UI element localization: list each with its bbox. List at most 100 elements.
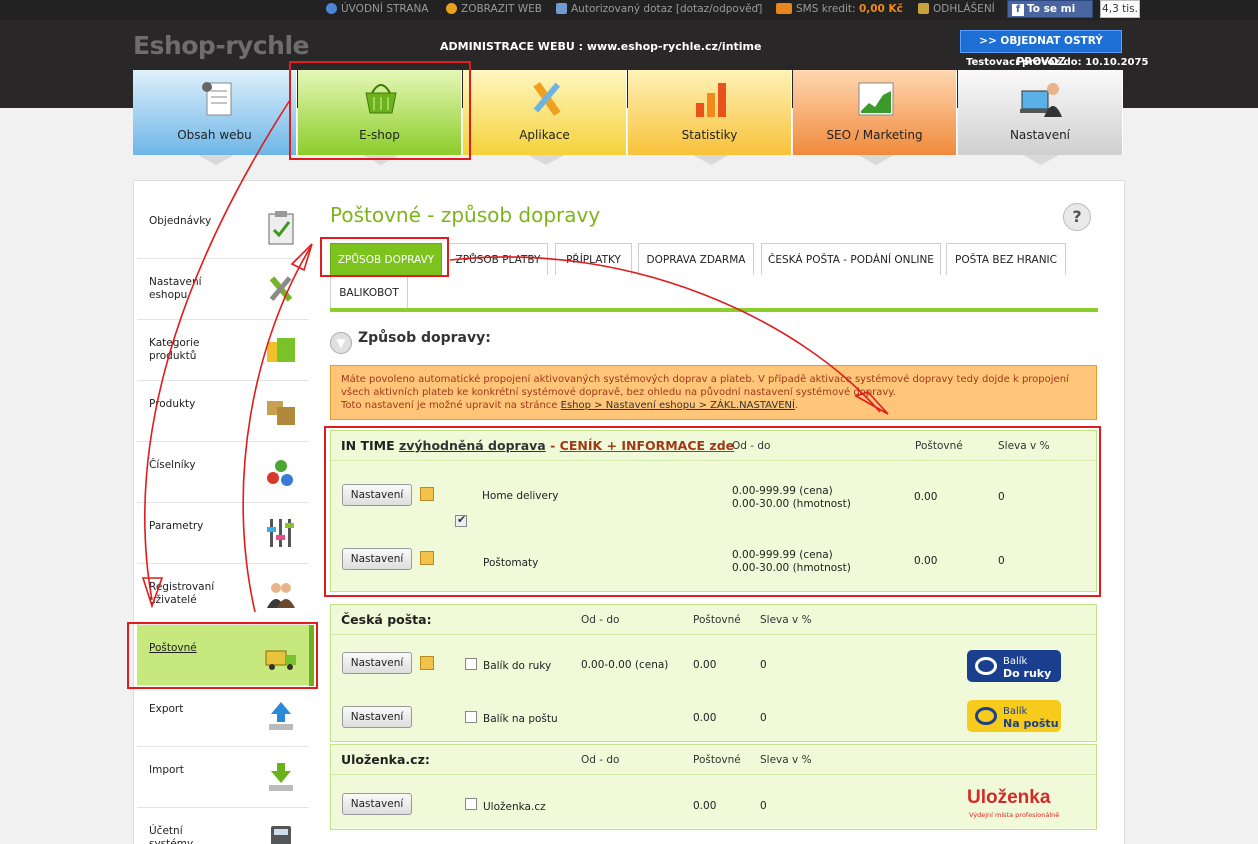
order-live-button[interactable]: >> OBJEDNAT OSTRÝ PROVOZ [960,30,1122,68]
col-range: Od - do [581,614,620,626]
shipping-name: Balík na poštu [483,713,558,725]
tab-ceska-posta-podani[interactable]: ČESKÁ POŠTA - PODÁNÍ ONLINE [761,243,941,275]
tabs-underline [330,308,1098,312]
page-title: Poštovné - způsob dopravy [330,203,601,227]
upload-icon [269,702,293,730]
tab-priplatky[interactable]: PŘÍPLATKY [555,243,632,275]
sidebar-item-registrovani-uzivatele[interactable]: Registrovaní uživatelé [137,564,309,625]
tab-doprava-zdarma[interactable]: DOPRAVA ZDARMA [638,243,754,275]
tile-label: SEO / Marketing [826,128,923,142]
package-icon [267,401,295,425]
sidebar-item-kategorie[interactable]: Kategorie produktů [137,320,309,381]
tile-seo-marketing[interactable]: SEO / Marketing [793,70,957,165]
lock-icon [918,3,929,14]
notice-box: Máte povoleno automatické propojení akti… [330,365,1097,420]
tile-nastaveni[interactable]: Nastavení [958,70,1123,165]
testing-until: Testovací provoz do: 10.10.2075 [966,57,1149,68]
logo[interactable]: Eshop-rychle [133,31,309,60]
sidebar-item-ucetni-systemy[interactable]: Účetní systémy [137,808,309,844]
facebook-like-button[interactable]: fTo se mi líbí [1007,0,1093,32]
tab-posta-bez-hranic[interactable]: POŠTA BEZ HRANIC [946,243,1066,275]
sidebar-item-label: Číselníky [149,459,196,471]
tab-zpusob-platby[interactable]: ZPŮSOB PLATBY [448,243,548,275]
sms-credit-value: 0,00 Kč [858,3,903,15]
shipping-name: Balík do ruky [483,660,552,672]
checkbox[interactable] [465,711,477,723]
carrier-header: Česká pošta: Od - do Poštovné Sleva v % [331,605,1096,635]
show-web-link[interactable]: ZOBRAZIT WEB [446,3,542,15]
section-heading: ▼ Způsob dopravy: [330,330,491,354]
tile-label: Obsah webu [177,128,252,142]
postage-value: 0.00 [693,712,717,724]
annotation-box-postovne [127,622,318,689]
sun-icon [446,3,457,14]
annotation-box-eshop [289,61,471,160]
clipboard-icon [268,211,294,245]
sidebar-item-parametry[interactable]: Parametry [137,503,309,564]
ceska-posta-carrier-box: Česká pošta: Od - do Poštovné Sleva v % … [330,604,1097,742]
checkbox[interactable] [465,658,477,670]
facebook-icon: f [1012,4,1024,16]
balik-do-ruky-logo: Balík Do ruky [967,650,1061,682]
tile-label: Statistiky [681,128,738,142]
tile-obsah-webu[interactable]: Obsah webu [133,70,297,165]
admin-title: ADMINISTRACE WEBU : www.eshop-rychle.cz/… [440,40,762,53]
settings-button[interactable]: Nastavení [342,652,412,674]
sidebar-item-label: Parametry [149,520,204,532]
numbers-icon [267,460,293,486]
settings-button[interactable]: Nastavení [342,706,412,728]
sidebar-item-label: Účetní systémy [149,825,194,844]
help-icon[interactable]: ? [1063,203,1091,231]
range-price: 0.00-0.00 (cena) [581,659,669,671]
sidebar-item-label: Export [149,703,184,715]
col-postage: Poštovné [693,614,741,626]
postage-value: 0.00 [693,659,717,671]
facebook-like-count: 4,3 tis. [1100,0,1140,18]
sidebar-item-export[interactable]: Export [137,686,309,747]
annotation-box-intime [324,426,1101,597]
discount-value: 0 [760,800,767,812]
download-icon [269,763,293,791]
notice-settings-link[interactable]: Eshop > Nastavení eshopu > ZÁKL.NASTAVEN… [561,400,795,411]
tools-icon [533,81,561,117]
home-link[interactable]: ÚVODNÍ STRANA [326,3,429,15]
sidebar-item-label: Nastavení eshopu [149,276,202,301]
sidebar-item-label: Kategorie produktů [149,337,200,362]
tile-aplikace[interactable]: Aplikace [463,70,627,165]
tile-statistiky[interactable]: Statistiky [628,70,792,165]
checkbox[interactable] [465,798,477,810]
users-icon [267,583,295,608]
settings-button[interactable]: Nastavení [342,793,412,815]
postage-value: 0.00 [693,800,717,812]
post-horn-icon [975,707,997,725]
sidebar-item-label: Registrovaní uživatelé [149,581,215,606]
col-discount: Sleva v % [760,614,812,626]
edit-icon[interactable] [420,656,434,670]
carrier-name: Česká pošta: [341,612,432,627]
sidebar-item-nastaveni-eshopu[interactable]: Nastavení eshopu [137,259,309,320]
sidebar-item-label: Import [149,764,184,776]
ulozenka-carrier-box: Uloženka.cz: Od - do Poštovné Sleva v % … [330,744,1097,830]
sidebar-item-produkty[interactable]: Produkty [137,381,309,442]
sidebar-item-ciselniky[interactable]: Číselníky [137,442,309,503]
logout-link[interactable]: ODHLÁŠENÍ [918,3,995,15]
col-discount: Sleva v % [760,754,812,766]
top-bar: ÚVODNÍ STRANA ZOBRAZIT WEB Autorizovaný … [0,0,1258,32]
info-icon [326,3,337,14]
sidebar-item-import[interactable]: Import [137,747,309,808]
tab-balikobot[interactable]: BALIKOBOT [330,276,408,308]
sms-credit[interactable]: SMS kredit: 0,00 Kč [776,3,903,15]
bar-chart-icon [696,83,726,117]
boxes-icon [267,338,295,362]
tile-label: Aplikace [519,128,570,142]
chat-icon [556,3,567,14]
balik-na-postu-logo: Balík Na poštu [967,700,1061,732]
query-link[interactable]: Autorizovaný dotaz [dotaz/odpověď] [556,3,762,15]
carrier-header: Uloženka.cz: Od - do Poštovné Sleva v % [331,745,1096,775]
chevron-down-icon: ▼ [330,332,352,354]
col-range: Od - do [581,754,620,766]
sidebar-item-label: Produkty [149,398,196,410]
tools-icon [269,276,293,302]
sidebar-item-objednavky[interactable]: Objednávky [137,198,309,259]
user-laptop-icon [1020,83,1062,117]
